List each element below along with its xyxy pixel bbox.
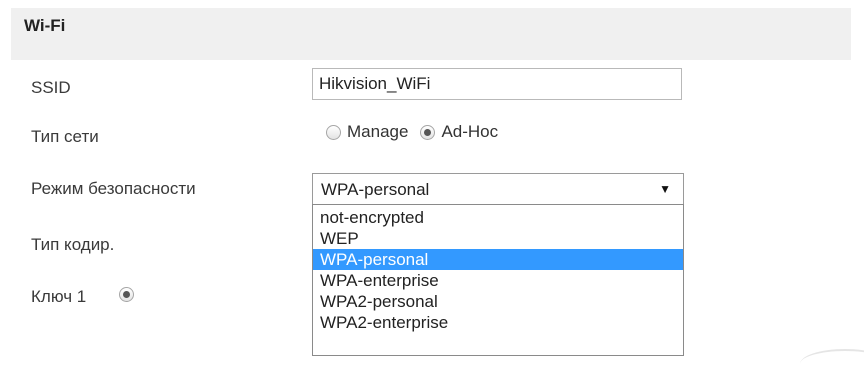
dropdown-option-wpa-personal[interactable]: WPA-personal — [313, 249, 683, 270]
radio-manage[interactable] — [326, 124, 341, 140]
ssid-label: SSID — [31, 78, 71, 97]
dropdown-option-wep[interactable]: WEP — [313, 228, 683, 249]
network-type-radio-group: Manage Ad-Hoc — [326, 121, 510, 143]
ssid-input[interactable] — [312, 68, 682, 100]
section-title: Wi-Fi — [24, 16, 66, 35]
radio-adhoc-label[interactable]: Ad-Hoc — [441, 122, 498, 142]
security-mode-selected-value: WPA-personal — [321, 180, 430, 199]
dropdown-option-not-encrypted[interactable]: not-encrypted — [313, 207, 683, 228]
security-mode-select[interactable]: WPA-personal ▼ — [312, 173, 684, 205]
dropdown-option-wpa2-enterprise[interactable]: WPA2-enterprise — [313, 312, 683, 333]
radio-manage-label[interactable]: Manage — [347, 122, 408, 142]
dropdown-option-wpa2-personal[interactable]: WPA2-personal — [313, 291, 683, 312]
wifi-section-header — [11, 8, 851, 60]
security-mode-label: Режим безопасности — [31, 179, 196, 198]
decorative-arc — [800, 349, 864, 379]
network-type-label: Тип сети — [31, 127, 99, 146]
triangle-down-icon[interactable]: ▼ — [659, 182, 671, 196]
key1-radio[interactable] — [119, 287, 134, 302]
security-mode-dropdown-list: not-encrypted WEP WPA-personal WPA-enter… — [312, 204, 684, 356]
key1-label: Ключ 1 — [31, 287, 87, 306]
encryption-type-label: Тип кодир. — [31, 235, 115, 254]
dropdown-option-wpa-enterprise[interactable]: WPA-enterprise — [313, 270, 683, 291]
radio-adhoc[interactable] — [420, 124, 436, 140]
